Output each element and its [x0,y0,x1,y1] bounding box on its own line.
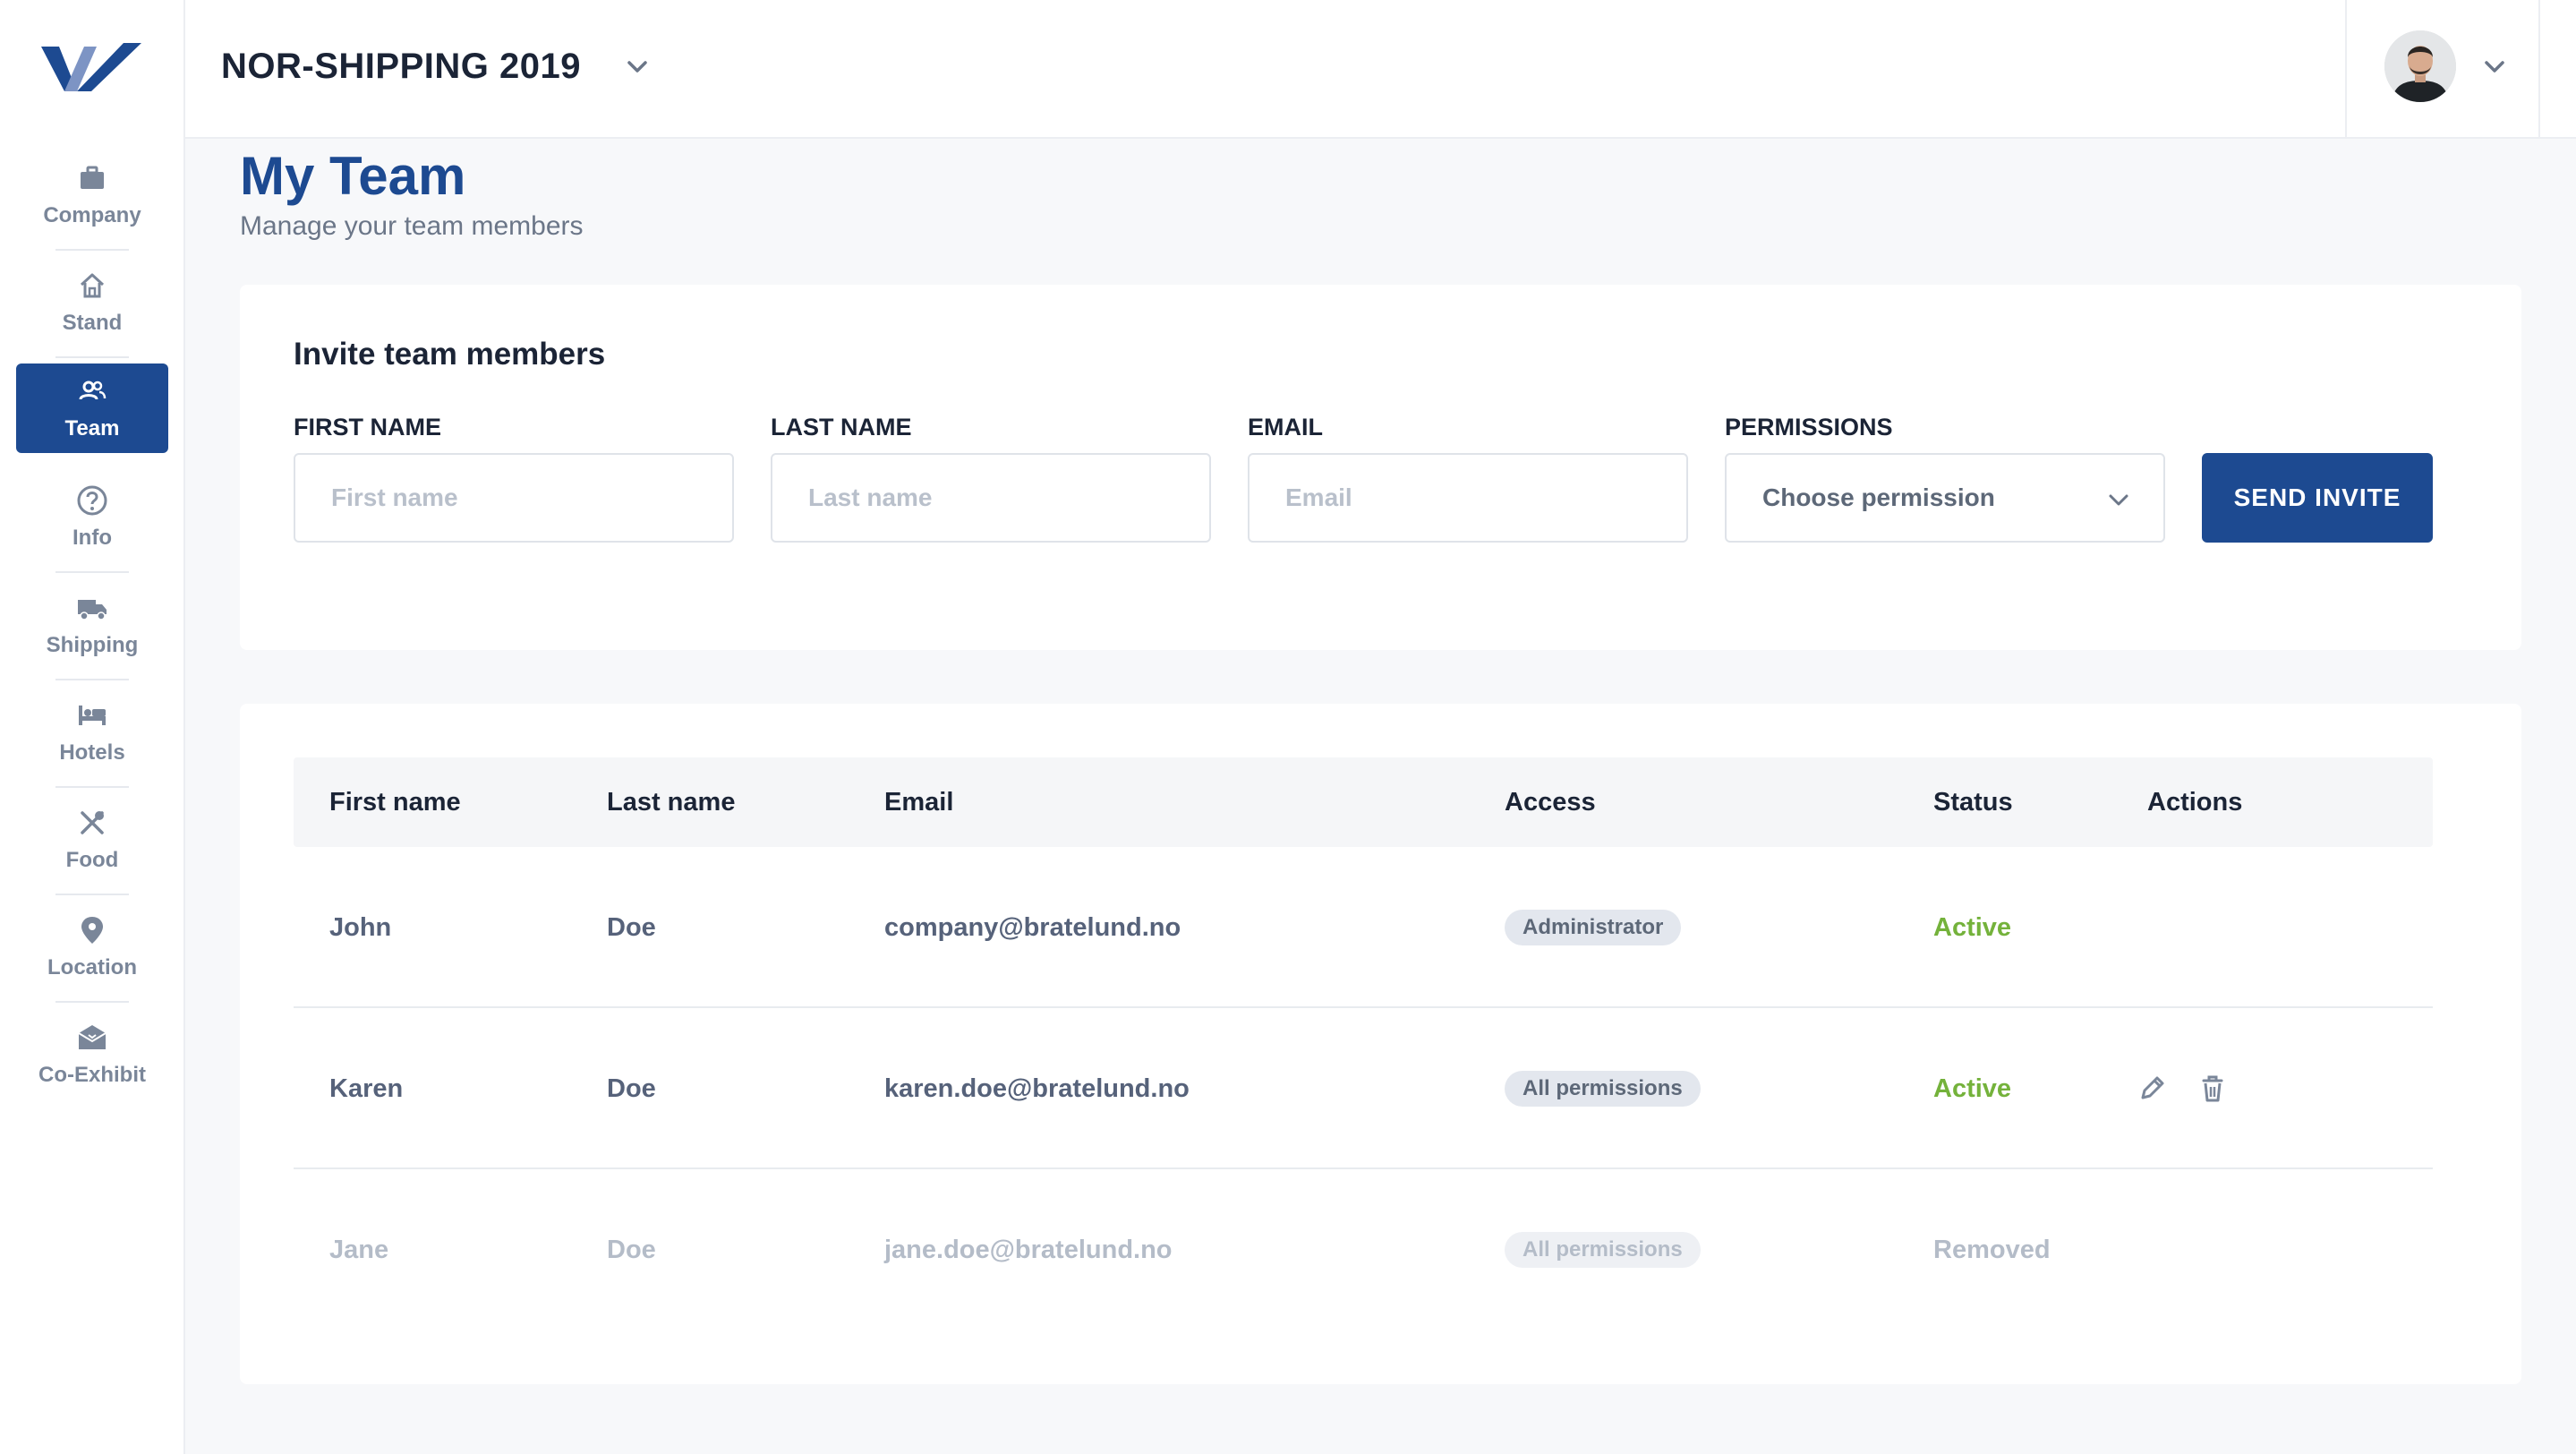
first-name-label: FIRST NAME [294,414,441,440]
cell-last-name: Doe [607,1236,656,1264]
divider [55,1001,129,1003]
email-label: EMAIL [1248,414,1323,440]
home-icon [76,269,108,302]
sidebar-item-team[interactable]: Team [16,364,168,453]
permissions-select-value: Choose permission [1762,483,1995,511]
top-bar: NOR-SHIPPING 2019 [185,0,2576,139]
cell-email: jane.doe@bratelund.no [884,1236,1173,1264]
access-badge: Administrator [1505,910,1682,945]
sidebar-item-label: Stand [62,311,123,335]
access-badge: All permissions [1505,1232,1701,1268]
sidebar-item-co-exhibit[interactable]: Co-Exhibit [16,1010,168,1099]
permissions-label: PERMISSIONS [1725,414,1893,440]
event-title[interactable]: NOR-SHIPPING 2019 [221,47,581,87]
table-header: First name Last name Email Access Status… [294,757,2433,847]
box-open-icon [76,1022,108,1054]
divider [55,356,129,358]
user-menu[interactable] [2345,0,2540,139]
sidebar-item-label: Company [43,203,141,227]
chevron-down-icon [2109,494,2128,506]
last-name-input[interactable] [771,453,1211,543]
question-circle-icon [76,484,108,517]
utensils-icon [76,807,108,839]
sidebar-item-company[interactable]: Company [16,150,168,240]
column-header-email[interactable]: Email [884,757,953,847]
column-header-first-name[interactable]: First name [329,757,461,847]
status-text: Active [1933,913,2012,942]
invite-card: Invite team members FIRST NAME LAST NAME… [240,285,2521,650]
map-pin-icon [76,914,108,946]
email-input[interactable] [1248,453,1688,543]
column-header-status[interactable]: Status [1933,757,2013,847]
avatar[interactable] [2384,30,2456,102]
sidebar-item-hotels[interactable]: Hotels [16,688,168,777]
sidebar-item-info[interactable]: Info [16,473,168,562]
users-icon [76,375,108,407]
sidebar-item-label: Co-Exhibit [38,1063,146,1087]
logo[interactable] [41,41,141,97]
first-name-input[interactable] [294,453,734,543]
permissions-select[interactable]: Choose permission [1725,453,2165,543]
chevron-down-icon[interactable] [2481,54,2508,81]
divider [55,786,129,788]
column-header-actions: Actions [2147,788,2243,817]
trash-icon[interactable] [2196,1073,2229,1105]
team-table-card: First name Last name Email Access Status… [240,704,2521,1384]
send-invite-button[interactable]: SEND INVITE [2202,453,2433,543]
cell-last-name: Doe [607,913,656,942]
chevron-down-icon[interactable] [624,54,651,81]
cell-last-name: Doe [607,1074,656,1103]
sidebar-item-label: Info [73,526,112,550]
briefcase-icon [76,162,108,194]
sidebar: Company Stand Team Info Shipping Hotels [0,0,185,1454]
cell-first-name: Jane [329,1236,389,1264]
status-text: Removed [1933,1236,2051,1264]
divider [55,249,129,251]
sidebar-item-food[interactable]: Food [16,795,168,885]
divider [55,679,129,680]
sidebar-item-label: Shipping [46,633,139,657]
cell-first-name: Karen [329,1074,404,1103]
sidebar-item-stand[interactable]: Stand [16,258,168,347]
sidebar-item-label: Food [65,848,119,872]
cell-email: company@bratelund.no [884,913,1181,942]
status-text: Active [1933,1074,2012,1103]
pencil-icon[interactable] [2136,1073,2168,1105]
bed-icon [76,699,108,731]
column-header-last-name[interactable]: Last name [607,757,735,847]
sidebar-item-shipping[interactable]: Shipping [16,580,168,670]
sidebar-item-label: Team [64,416,120,440]
page-title: My Team [240,146,466,206]
sidebar-item-label: Hotels [59,740,125,765]
access-badge: All permissions [1505,1071,1701,1107]
truck-icon [76,592,108,624]
column-header-access[interactable]: Access [1505,757,1596,847]
table-row: Jane Doe jane.doe@bratelund.no All permi… [294,1169,2433,1330]
sidebar-item-location[interactable]: Location [16,902,168,992]
divider [55,894,129,895]
last-name-label: LAST NAME [771,414,912,440]
divider [55,571,129,573]
cell-first-name: John [329,913,392,942]
invite-title: Invite team members [294,337,606,372]
sidebar-item-label: Location [47,955,137,979]
table-row: John Doe company@bratelund.no Administra… [294,847,2433,1008]
cell-email: karen.doe@bratelund.no [884,1074,1190,1103]
page-subtitle: Manage your team members [240,211,584,241]
table-row: Karen Doe karen.doe@bratelund.no All per… [294,1008,2433,1169]
